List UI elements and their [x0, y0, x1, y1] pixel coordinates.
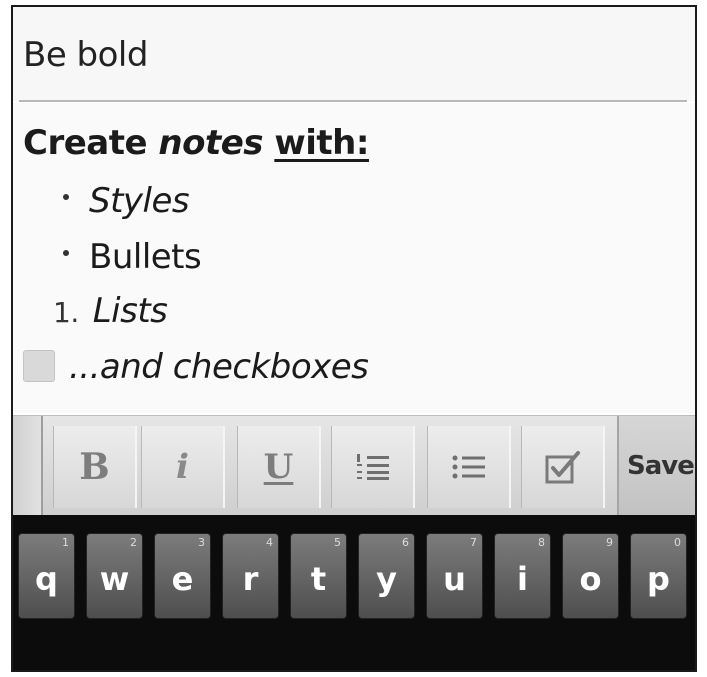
key-hint: 0 — [674, 536, 681, 549]
list-item: 1. Lists — [53, 291, 168, 331]
save-button[interactable]: Save — [617, 416, 695, 516]
underline-button[interactable]: U — [237, 426, 321, 508]
title-divider — [19, 100, 687, 102]
checkbox-list-button[interactable] — [521, 426, 605, 508]
note-body-editor[interactable]: Create notes with: Styles Bullets 1. List… — [13, 103, 695, 413]
key-w[interactable]: 2w — [86, 533, 143, 619]
key-hint: 8 — [538, 536, 545, 549]
key-hint: 1 — [62, 536, 69, 549]
key-r[interactable]: 4r — [222, 533, 279, 619]
bulleted-list-icon — [452, 455, 485, 479]
heading-word-with: with: — [274, 123, 369, 163]
key-hint: 7 — [470, 536, 477, 549]
italic-icon: i — [176, 447, 189, 487]
key-label: t — [310, 560, 327, 598]
bold-button[interactable]: B — [53, 426, 137, 508]
checklist-item: ...and checkboxes — [23, 347, 369, 387]
key-label: p — [647, 560, 670, 598]
key-label: y — [376, 560, 397, 598]
note-title-text: Be bold — [23, 35, 148, 75]
key-hint: 5 — [334, 536, 341, 549]
key-p[interactable]: 0p — [630, 533, 687, 619]
key-hint: 2 — [130, 536, 137, 549]
numbered-list-icon — [356, 454, 389, 480]
list-item-text: Lists — [92, 291, 168, 331]
list-item: Bullets — [63, 237, 202, 277]
heading-word-create: Create — [23, 123, 159, 163]
key-hint: 9 — [606, 536, 613, 549]
list-number: 1. — [53, 296, 79, 329]
checkbox-icon — [545, 451, 580, 484]
list-item-text: Bullets — [89, 237, 202, 277]
key-label: w — [99, 560, 130, 598]
list-item-text: ...and checkboxes — [69, 347, 369, 387]
underline-icon: U — [263, 447, 294, 487]
key-hint: 4 — [266, 536, 273, 549]
key-t[interactable]: 5t — [290, 533, 347, 619]
note-heading-line: Create notes with: — [23, 123, 369, 163]
key-label: o — [579, 560, 602, 598]
key-label: u — [443, 560, 466, 598]
key-y[interactable]: 6y — [358, 533, 415, 619]
toolbar-scroll-edge — [13, 416, 43, 516]
bullet-icon — [63, 249, 69, 256]
list-item-text: Styles — [89, 181, 190, 221]
key-label: q — [35, 560, 58, 598]
key-q[interactable]: 1q — [18, 533, 75, 619]
key-i[interactable]: 8i — [494, 533, 551, 619]
italic-button[interactable]: i — [141, 426, 225, 508]
key-e[interactable]: 3e — [154, 533, 211, 619]
key-u[interactable]: 7u — [426, 533, 483, 619]
bullet-icon — [63, 193, 69, 200]
key-hint: 3 — [198, 536, 205, 549]
list-item: Styles — [63, 181, 190, 221]
key-hint: 6 — [402, 536, 409, 549]
key-label: i — [517, 560, 528, 598]
key-label: e — [171, 560, 194, 598]
note-editor-screen: Be bold Create notes with: Styles Bullet… — [11, 5, 697, 672]
soft-keyboard: 1q 2w 3e 4r 5t 6y 7u 8i 9o 0p — [13, 515, 695, 670]
checkbox-icon[interactable] — [23, 349, 55, 382]
bold-icon: B — [79, 446, 110, 488]
note-title-field[interactable]: Be bold — [13, 7, 695, 101]
heading-word-notes: notes — [158, 123, 263, 163]
bulleted-list-button[interactable] — [427, 426, 511, 508]
numbered-list-button[interactable] — [331, 426, 415, 508]
key-o[interactable]: 9o — [562, 533, 619, 619]
formatting-toolbar: B i U Save — [13, 415, 695, 516]
key-label: r — [242, 560, 259, 598]
